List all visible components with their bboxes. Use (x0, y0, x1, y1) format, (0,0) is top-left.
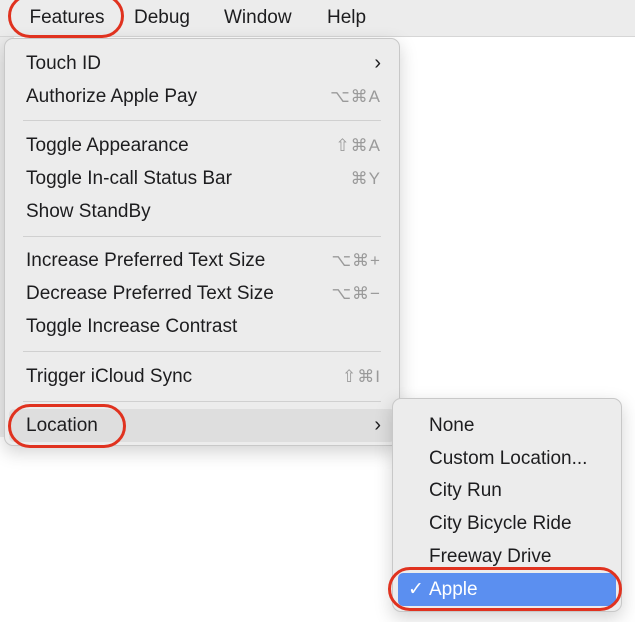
menu-item-label: Decrease Preferred Text Size (26, 283, 274, 304)
menubar-window[interactable]: Window (224, 0, 292, 36)
menu-item-decrease-text-size[interactable]: Decrease Preferred Text Size ⌥⌘− (9, 277, 395, 310)
screen: Features Debug Window Help Touch ID › Au… (0, 0, 635, 622)
features-menu: Touch ID › Authorize Apple Pay ⌥⌘A Toggl… (4, 38, 400, 446)
menu-item-increase-text-size[interactable]: Increase Preferred Text Size ⌥⌘+ (9, 244, 395, 277)
chevron-right-icon: › (374, 52, 381, 74)
menu-item-label: Touch ID (26, 53, 101, 74)
location-option-label: City Run (429, 480, 502, 501)
location-option-none[interactable]: None (398, 409, 616, 442)
annotation-circle-apple (388, 567, 622, 611)
menubar-help[interactable]: Help (327, 0, 366, 36)
menu-item-toggle-in-call-status-bar[interactable]: Toggle In-call Status Bar ⌘Y (9, 162, 395, 195)
menu-item-label: Toggle Appearance (26, 135, 189, 156)
menu-item-show-standby[interactable]: Show StandBy (9, 195, 395, 228)
menu-item-toggle-increase-contrast[interactable]: Toggle Increase Contrast (9, 310, 395, 343)
keyboard-shortcut: ⌥⌘+ (331, 251, 381, 270)
menu-item-label: Authorize Apple Pay (26, 86, 198, 107)
location-option-city-bicycle-ride[interactable]: City Bicycle Ride (398, 507, 616, 540)
menu-item-touch-id[interactable]: Touch ID › (9, 47, 395, 80)
menu-item-authorize-apple-pay[interactable]: Authorize Apple Pay ⌥⌘A (9, 80, 395, 113)
chevron-right-icon: › (374, 414, 381, 436)
keyboard-shortcut: ⌥⌘A (330, 87, 381, 106)
menu-item-label: Show StandBy (26, 201, 151, 222)
location-option-custom[interactable]: Custom Location... (398, 442, 616, 475)
menu-separator (23, 120, 381, 121)
location-option-label: None (429, 415, 475, 436)
annotation-circle-location (8, 404, 126, 448)
location-option-label: City Bicycle Ride (429, 513, 572, 534)
menu-separator (23, 236, 381, 237)
location-option-label: Custom Location... (429, 448, 588, 469)
location-option-city-run[interactable]: City Run (398, 474, 616, 507)
keyboard-shortcut: ⌘Y (350, 169, 381, 188)
keyboard-shortcut: ⇧⌘A (335, 136, 381, 155)
menu-item-label: Increase Preferred Text Size (26, 250, 266, 271)
menu-item-trigger-icloud-sync[interactable]: Trigger iCloud Sync ⇧⌘I (9, 360, 395, 393)
menu-separator (23, 401, 381, 402)
menu-item-label: Toggle In-call Status Bar (26, 168, 232, 189)
keyboard-shortcut: ⇧⌘I (342, 367, 381, 386)
menubar-debug[interactable]: Debug (134, 0, 190, 36)
menu-item-toggle-appearance[interactable]: Toggle Appearance ⇧⌘A (9, 129, 395, 162)
annotation-circle-features (8, 0, 124, 38)
keyboard-shortcut: ⌥⌘− (331, 284, 381, 303)
menu-item-label: Toggle Increase Contrast (26, 316, 238, 337)
menu-separator (23, 351, 381, 352)
menu-item-label: Trigger iCloud Sync (26, 366, 193, 387)
